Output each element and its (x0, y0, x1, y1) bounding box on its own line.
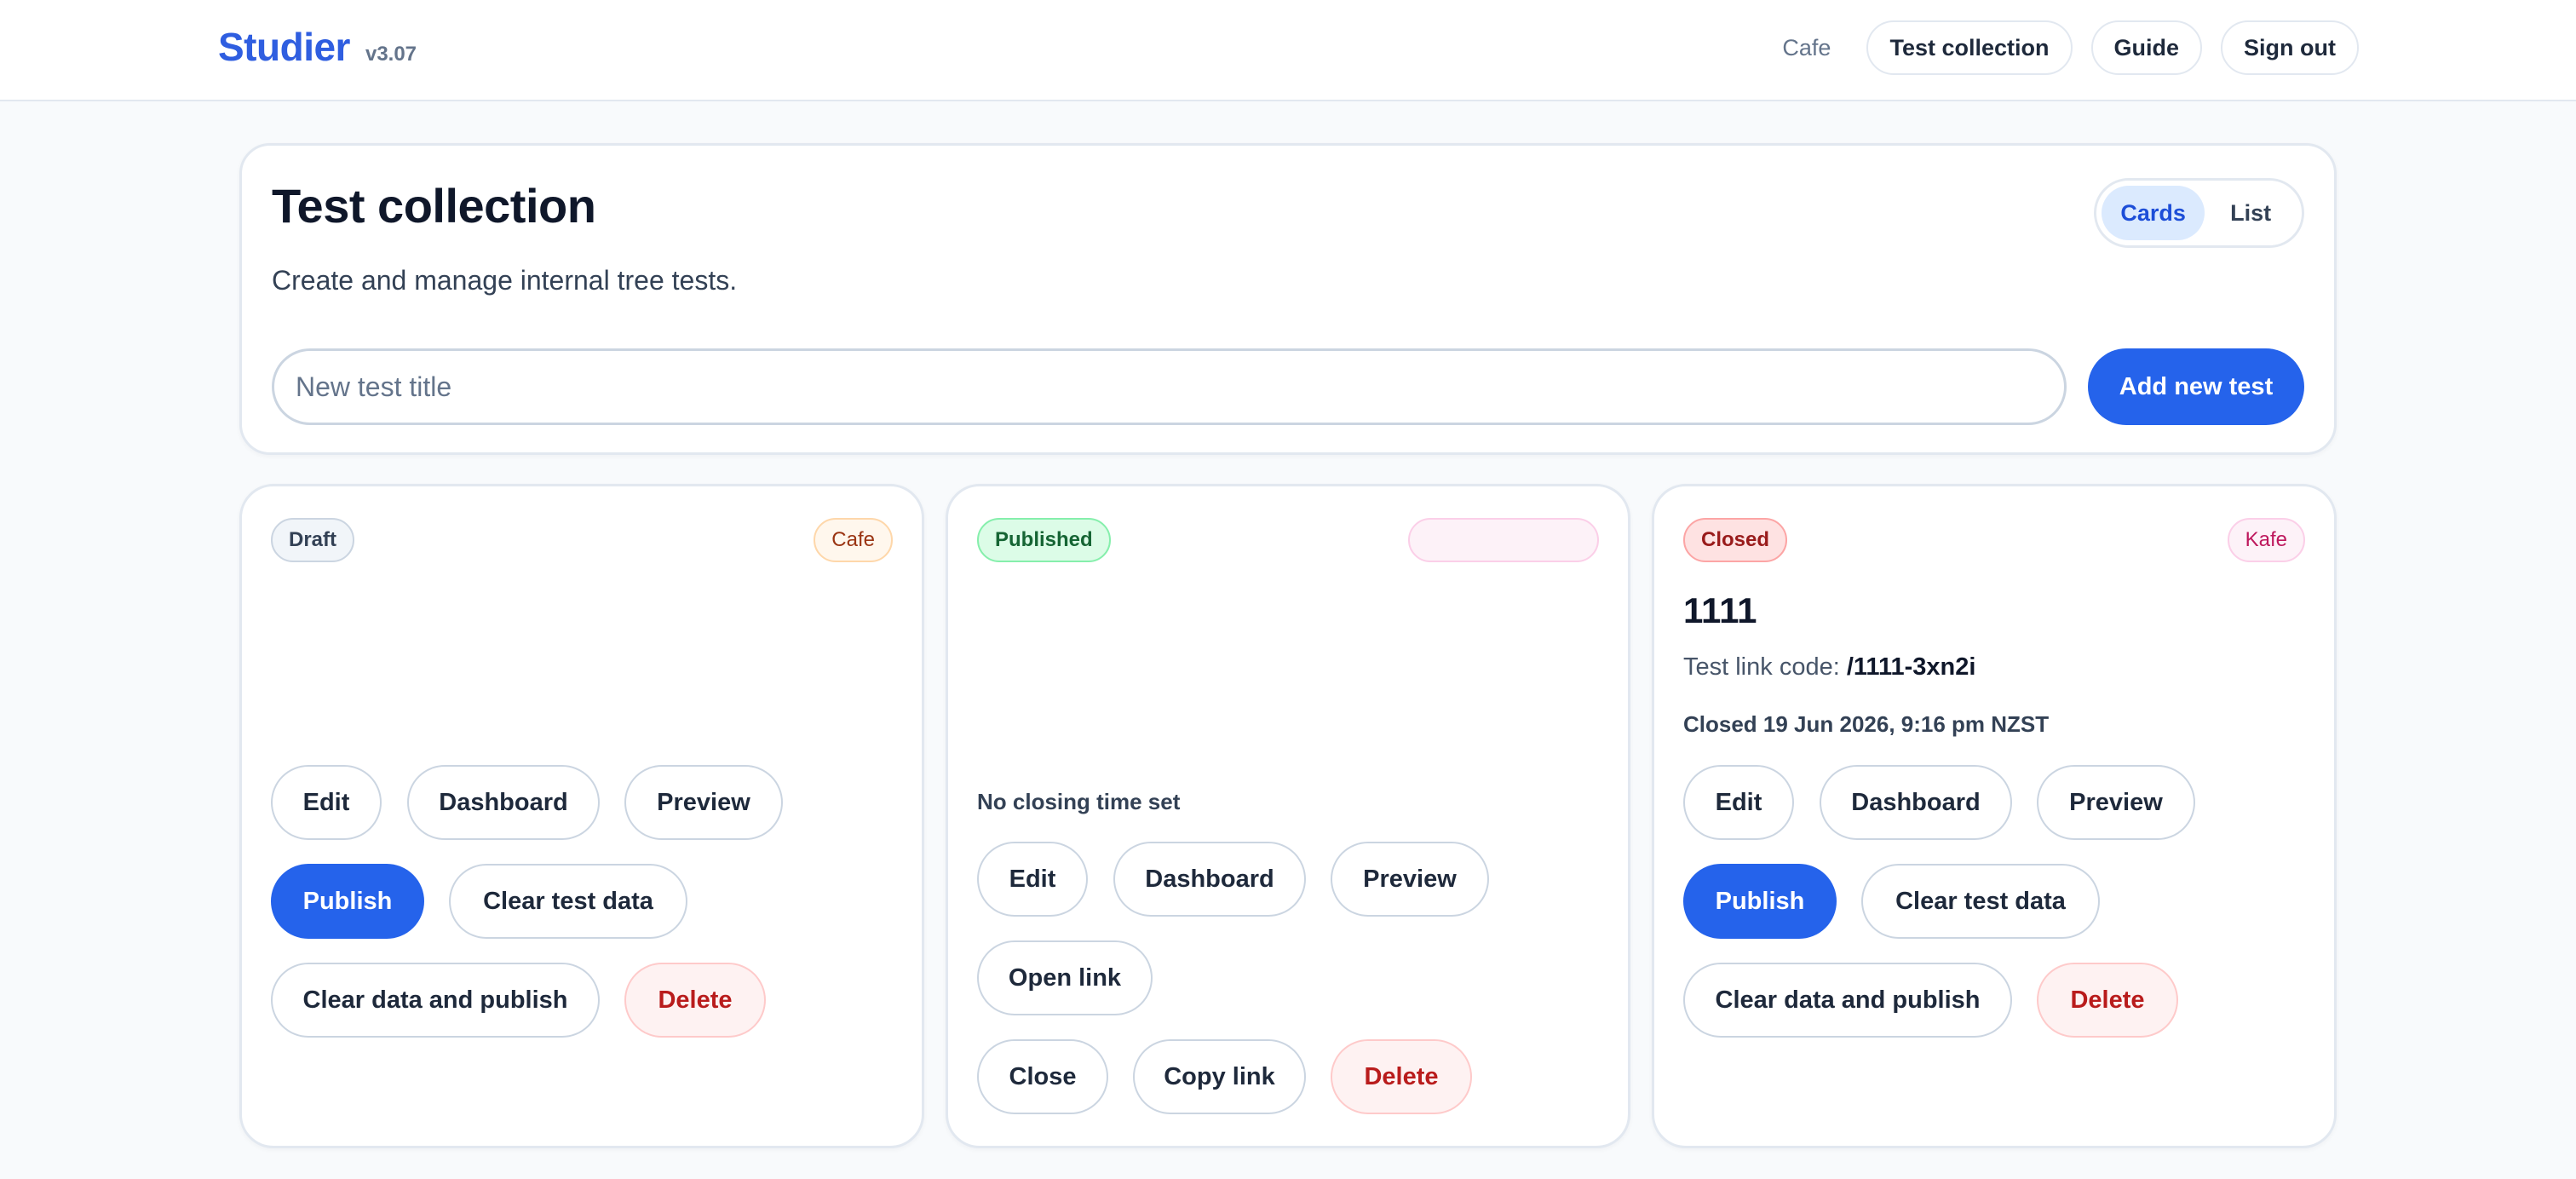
dashboard-button[interactable]: Dashboard (1820, 765, 2012, 840)
app-version: v3.07 (365, 43, 417, 66)
status-badge: Draft (271, 518, 355, 562)
test-link-code: Test link code: /1111-3xn2i (1683, 653, 1975, 682)
org-tag: Cafe (814, 518, 893, 562)
sign-out-button[interactable]: Sign out (2221, 20, 2359, 75)
org-tag (1408, 518, 1599, 562)
clear-data-and-publish-button[interactable]: Clear data and publish (1683, 963, 2012, 1038)
dashboard-button[interactable]: Dashboard (407, 765, 600, 840)
test-link-code-value: /1111-3xn2i (1846, 653, 1976, 681)
clear-data-and-publish-button[interactable]: Clear data and publish (271, 963, 600, 1038)
list-view-button[interactable]: List (2205, 186, 2297, 240)
edit-button[interactable]: Edit (271, 765, 382, 840)
current-org-label: Cafe (1782, 34, 1831, 60)
clear-test-data-button[interactable]: Clear test data (449, 864, 687, 939)
test-card-closed: Closed Kafe 1111 Test link code: /1111-3… (1652, 484, 2337, 1148)
page-subtitle: Create and manage internal tree tests. (272, 265, 738, 296)
status-badge: Published (977, 518, 1111, 562)
status-badge: Closed (1683, 518, 1788, 562)
new-test-title-input[interactable] (272, 348, 2067, 425)
nav-test-collection[interactable]: Test collection (1866, 20, 2073, 75)
nav-guide[interactable]: Guide (2090, 20, 2203, 75)
dashboard-button[interactable]: Dashboard (1113, 842, 1306, 917)
close-test-button[interactable]: Close (977, 1039, 1108, 1114)
preview-button[interactable]: Preview (2037, 765, 2195, 840)
edit-button[interactable]: Edit (1683, 765, 1794, 840)
closed-timestamp: Closed 19 Jun 2026, 9:16 pm NZST (1683, 711, 2050, 737)
collection-panel: Test collection Create and manage intern… (239, 143, 2337, 455)
delete-button[interactable]: Delete (624, 963, 766, 1038)
add-new-test-button[interactable]: Add new test (2088, 348, 2304, 425)
page-title: Test collection (272, 179, 596, 233)
app-name[interactable]: Studier (218, 24, 350, 70)
edit-button[interactable]: Edit (977, 842, 1088, 917)
test-card-draft: Draft Cafe Edit Dashboard Preview Publis… (239, 484, 924, 1148)
test-title: 1111 (1683, 590, 1757, 630)
closing-time-note: No closing time set (977, 789, 1181, 814)
top-nav: Cafe Test collection Guide Sign out (1782, 20, 2359, 75)
org-tag: Kafe (2227, 518, 2305, 562)
delete-button[interactable]: Delete (2037, 963, 2178, 1038)
open-link-button[interactable]: Open link (977, 940, 1153, 1015)
copy-link-button[interactable]: Copy link (1133, 1039, 1306, 1114)
test-link-code-label: Test link code: (1683, 653, 1840, 681)
clear-test-data-button[interactable]: Clear test data (1861, 864, 2100, 939)
top-bar: Studier v3.07 Cafe Test collection Guide… (0, 0, 2576, 101)
cards-view-button[interactable]: Cards (2102, 186, 2205, 240)
publish-button[interactable]: Publish (1683, 864, 1837, 939)
view-toggle: Cards List (2094, 178, 2304, 248)
preview-button[interactable]: Preview (624, 765, 783, 840)
preview-button[interactable]: Preview (1331, 842, 1489, 917)
test-card-published: Published No closing time set Edit Dashb… (946, 484, 1630, 1148)
brand[interactable]: Studier v3.07 (218, 24, 417, 70)
delete-button[interactable]: Delete (1331, 1039, 1472, 1114)
publish-button[interactable]: Publish (271, 864, 424, 939)
